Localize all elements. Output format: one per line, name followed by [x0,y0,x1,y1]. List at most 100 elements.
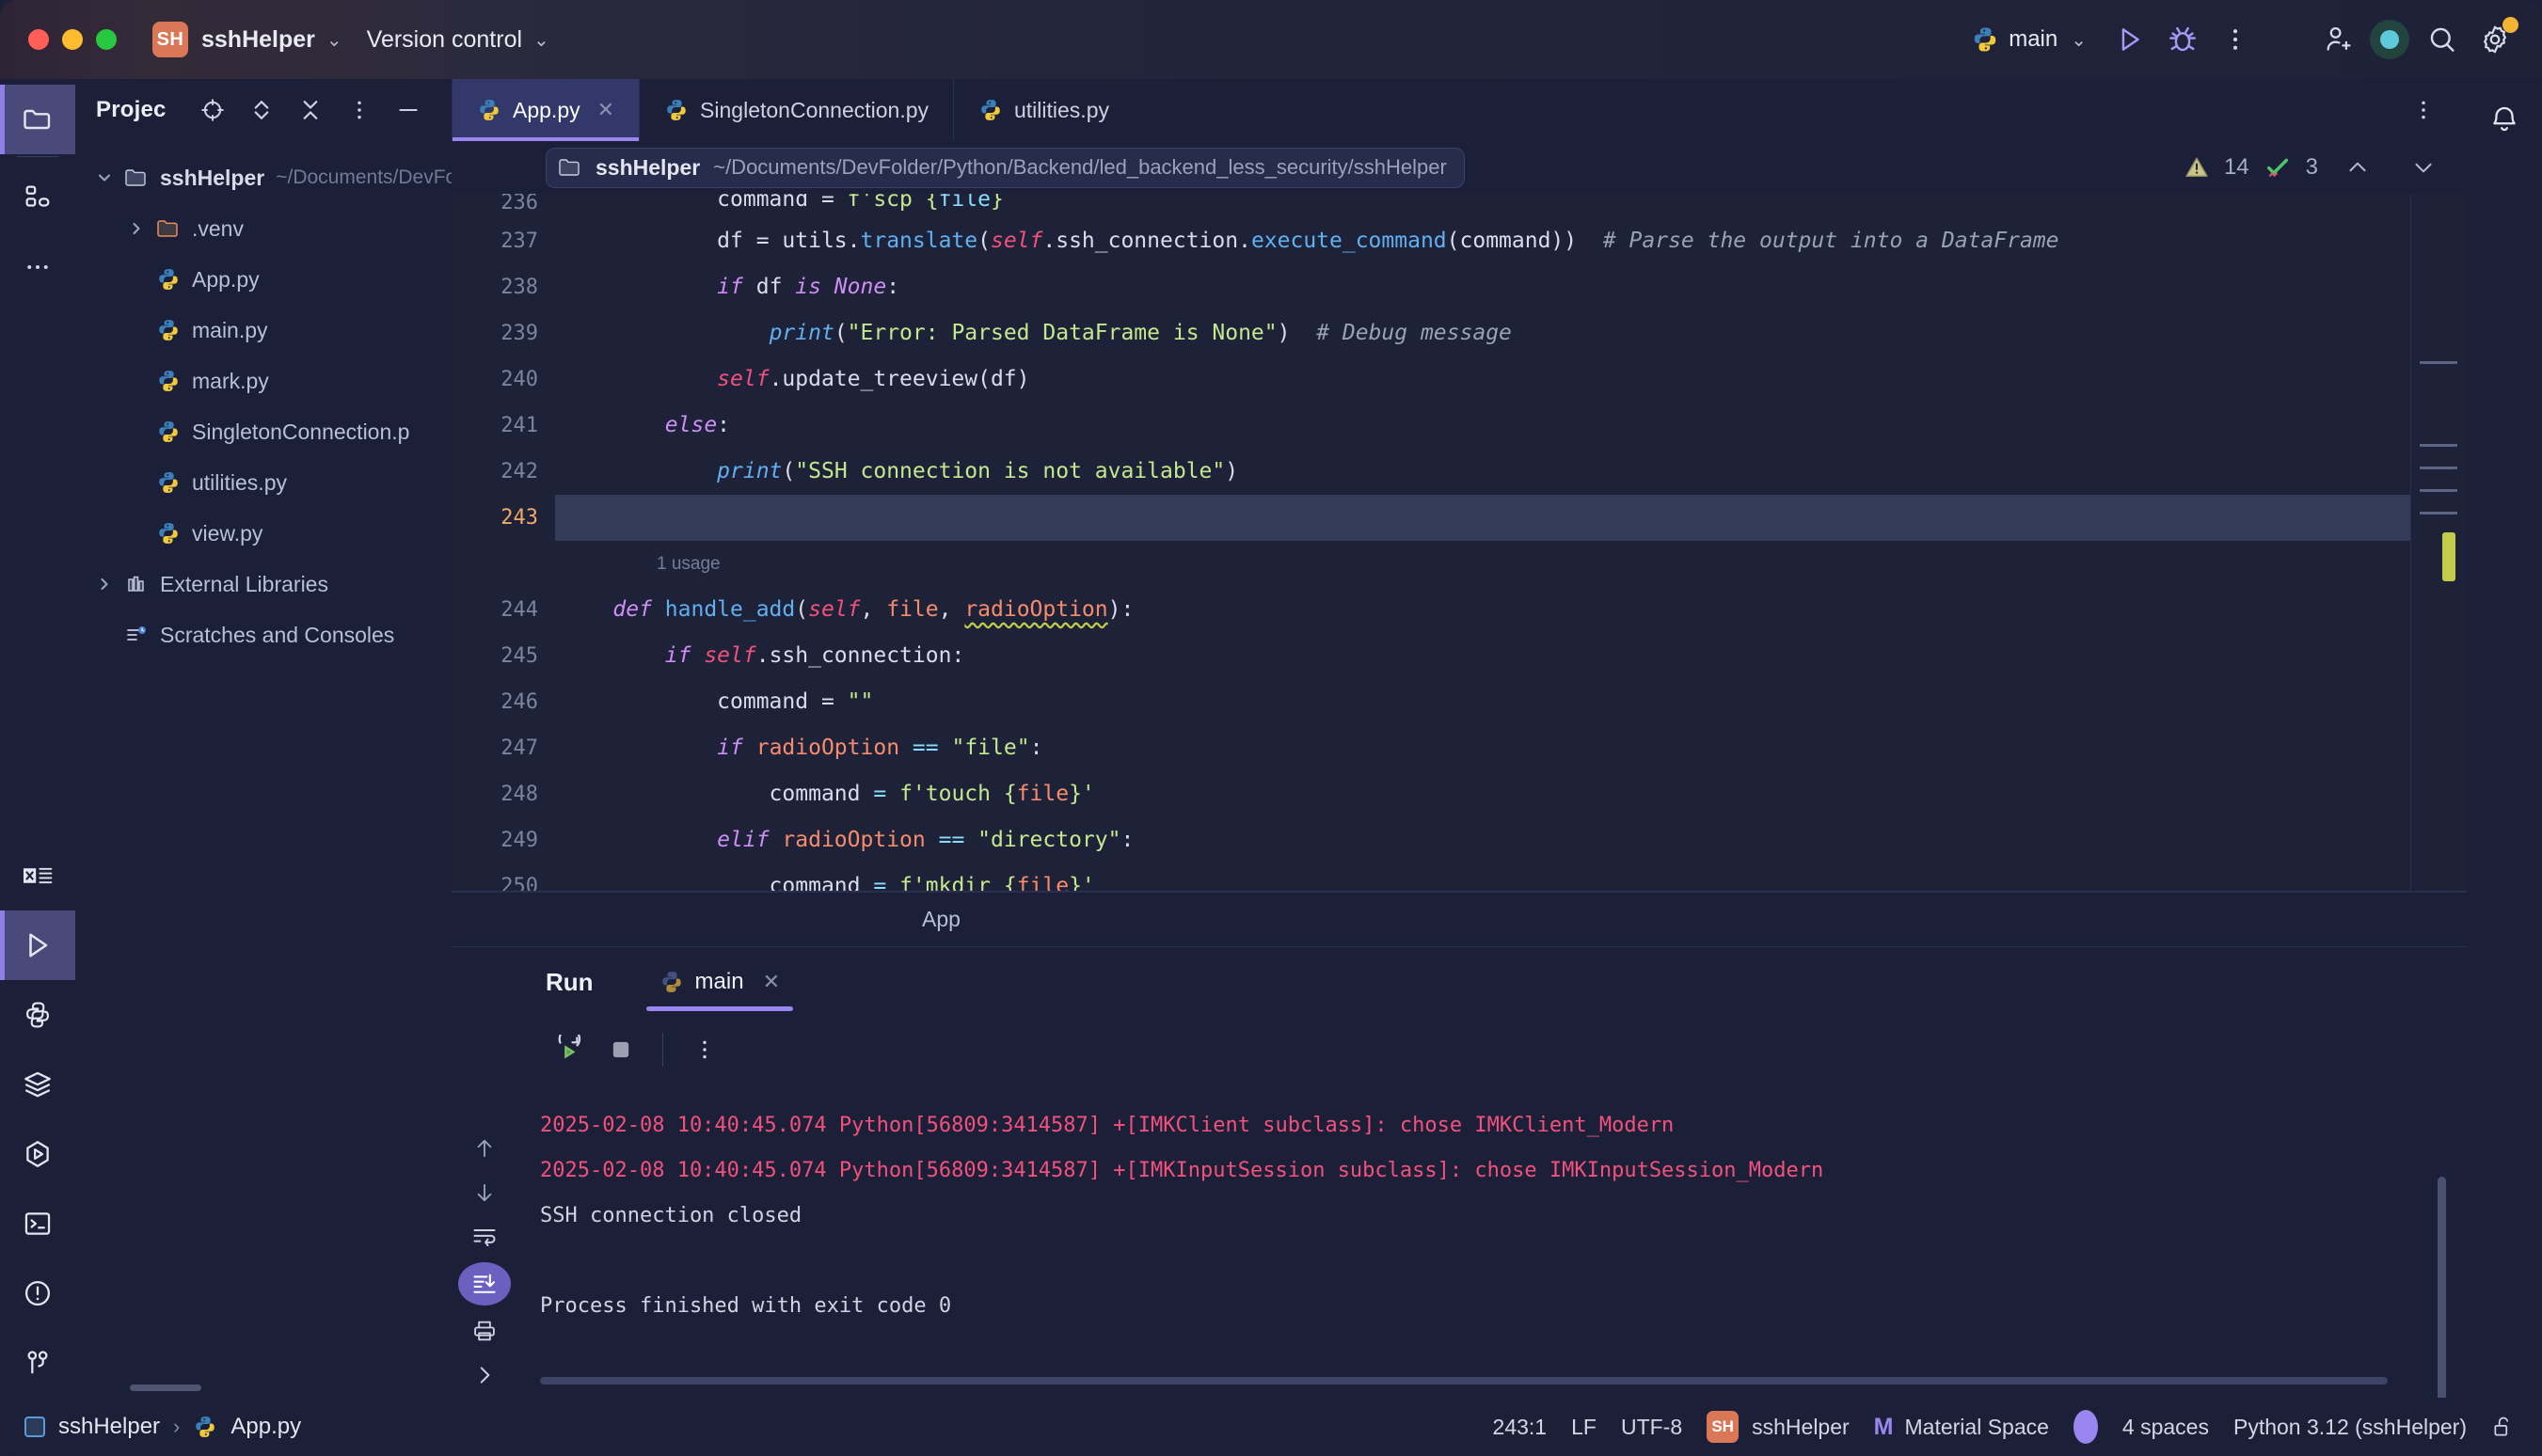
tree-item-singletonconnection-py[interactable]: SingletonConnection.p [75,406,452,457]
caret-position[interactable]: 243:1 [1493,1415,1548,1440]
chevron-right-icon-venv[interactable] [120,219,152,238]
indent-setting[interactable]: 4 spaces [2122,1415,2209,1440]
code-line-243-current[interactable] [555,495,2410,541]
code-line-238[interactable]: if df is None: [555,264,2410,310]
scroll-up-icon[interactable] [455,1126,514,1170]
vcs-branch-widget[interactable]: SH sshHelper [1707,1411,1850,1443]
tab-utilities-py[interactable]: utilities.py [953,79,1134,141]
close-icon[interactable]: ✕ [763,970,780,994]
sidebar-item-run[interactable] [0,910,75,980]
run-configuration-selector[interactable]: main ⌄ [1971,25,2087,54]
file-path-chip[interactable]: sshHelper ~/Documents/DevFolder/Python/B… [546,147,1465,188]
usage-hint[interactable]: 1 usage [555,541,2410,587]
chevron-down-icon-vcs[interactable]: ⌄ [533,28,549,52]
code-line-236[interactable]: command = f'scp {file} [555,194,2410,218]
options-icon[interactable] [335,86,384,135]
console-output[interactable]: 2025-02-08 10:40:45.074 Python[56809:341… [517,1083,2467,1398]
error-stripe-markers[interactable] [2410,194,2467,892]
tree-item-sshhelper[interactable]: sshHelper ~/Documents/DevFolder/Python/B… [75,152,452,203]
print-icon[interactable] [455,1309,514,1353]
sidebar-item-terminal[interactable] [0,1189,75,1258]
version-control-menu[interactable]: Version control [367,26,522,54]
code-line-249[interactable]: elif radioOption == "directory": [555,817,2410,863]
status-breadcrumb-file[interactable]: App.py [230,1414,301,1440]
sidebar-item-problems[interactable] [0,1258,75,1328]
code-lines[interactable]: command = f'scp {file} df = utils.transl… [555,194,2410,892]
sidebar-item-more-tools[interactable] [0,232,75,302]
chevron-down-icon-root[interactable] [88,168,120,187]
run-tab-main[interactable]: main ✕ [645,947,794,1017]
minimize-window-button[interactable] [62,29,83,50]
rerun-icon[interactable] [542,1023,595,1076]
tree-item-scratches-and-consoles[interactable]: Scratches and Consoles [75,609,452,660]
tree-item-utilities-py[interactable]: utilities.py [75,457,452,508]
code-editor[interactable]: 236 237 238 239 240 241 242 243 · 244 24… [452,194,2467,892]
scroll-to-end-icon[interactable] [458,1262,511,1306]
more-options-icon[interactable] [678,1023,731,1076]
scroll-down-icon[interactable] [455,1170,514,1214]
code-line-240[interactable]: self.update_treeview(df) [555,356,2410,403]
hide-panel-icon[interactable] [384,86,433,135]
add-user-icon[interactable] [2311,13,2363,66]
expand-icon[interactable] [455,1353,514,1398]
tree-item-external-libraries[interactable]: External Libraries [75,559,452,609]
code-line-246[interactable]: command = "" [555,679,2410,725]
code-line-242[interactable]: print("SSH connection is not available") [555,449,2410,495]
unlocked-icon[interactable] [2491,1414,2516,1440]
sidebar-item-version-control[interactable] [0,1328,75,1398]
notifications-icon[interactable] [2467,85,2542,154]
tree-item-view-py[interactable]: view.py [75,508,452,559]
chevron-down-icon[interactable]: ⌄ [326,28,342,52]
close-icon[interactable]: ✕ [597,98,614,122]
tab-app-py[interactable]: App.py ✕ [452,79,640,141]
search-icon[interactable] [2416,13,2469,66]
code-line-245[interactable]: if self.ssh_connection: [555,633,2410,679]
sidebar-item-structure[interactable] [0,163,75,232]
project-horizontal-scrollbar[interactable] [75,1377,452,1398]
collapse-all-icon[interactable] [286,86,335,135]
close-window-button[interactable] [28,29,49,50]
editor-options-icon[interactable] [2397,84,2450,136]
tree-item-app-py[interactable]: App.py [75,254,452,305]
stop-icon[interactable] [595,1023,647,1076]
project-name-label[interactable]: sshHelper [201,26,315,54]
code-line-247[interactable]: if radioOption == "file": [555,725,2410,771]
sidebar-item-run-anything[interactable] [0,1119,75,1189]
run-icon[interactable] [2104,13,2156,66]
line-separator[interactable]: LF [1571,1415,1597,1440]
code-line-250[interactable]: command = f'mkdir {file}' [555,863,2410,892]
file-encoding[interactable]: UTF-8 [1621,1415,1682,1440]
python-interpreter[interactable]: Python 3.12 (sshHelper) [2233,1415,2467,1440]
tree-item-venv[interactable]: .venv [75,203,452,254]
theme-widget[interactable]: M Material Space [1874,1414,2049,1441]
breadcrumb-class[interactable]: App [922,907,961,932]
sidebar-item-database[interactable] [0,841,75,910]
code-line-244[interactable]: def handle_add(self, file, radioOption): [555,587,2410,633]
previous-problem-icon[interactable] [2331,141,2384,194]
locate-icon[interactable] [188,86,237,135]
tree-item-mark-py[interactable]: mark.py [75,356,452,406]
settings-icon[interactable] [2469,13,2521,66]
ide-indicator-icon[interactable] [2073,1410,2098,1444]
window-controls[interactable] [28,29,117,50]
expand-collapse-icon[interactable] [237,86,286,135]
debug-icon[interactable] [2156,13,2209,66]
ai-assistant-icon[interactable] [2363,13,2416,66]
scrollbar-thumb[interactable] [2442,532,2455,581]
sidebar-item-python-packages[interactable] [0,980,75,1050]
code-line-239[interactable]: print("Error: Parsed DataFrame is None")… [555,310,2410,356]
sidebar-item-project[interactable] [0,85,75,154]
maximize-window-button[interactable] [96,29,117,50]
tab-singletonconnection-py[interactable]: SingletonConnection.py [639,79,953,141]
console-horizontal-scrollbar[interactable] [540,1377,2388,1385]
soft-wrap-icon[interactable] [455,1214,514,1258]
next-problem-icon[interactable] [2397,141,2450,194]
console-vertical-scrollbar[interactable] [2438,1177,2446,1398]
code-line-248[interactable]: command = f'touch {file}' [555,771,2410,817]
code-line-241[interactable]: else: [555,403,2410,449]
chevron-down-icon-runcfg[interactable]: ⌄ [2071,28,2087,52]
chevron-right-icon-extlibs[interactable] [88,575,120,593]
tree-item-main-py[interactable]: main.py [75,305,452,356]
code-line-237[interactable]: df = utils.translate(self.ssh_connection… [555,218,2410,264]
more-options-icon[interactable] [2209,13,2262,66]
